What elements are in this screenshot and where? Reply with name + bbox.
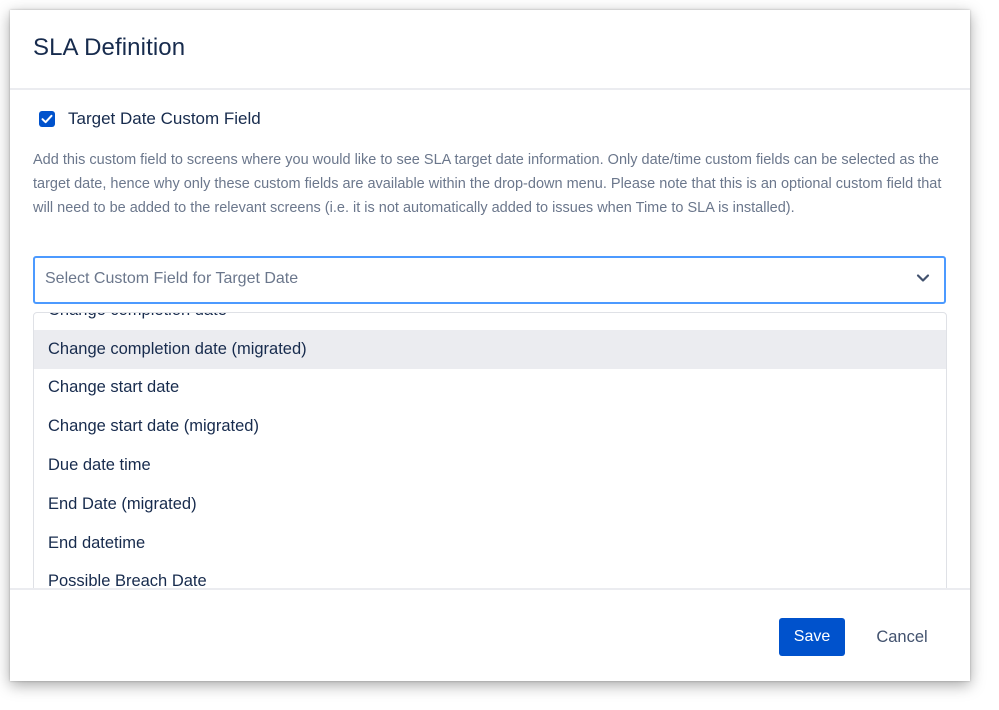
dialog-header: SLA Definition bbox=[10, 10, 970, 90]
option-item[interactable]: Due date time bbox=[34, 446, 946, 485]
cancel-button[interactable]: Cancel bbox=[862, 618, 942, 656]
target-date-select[interactable]: Select Custom Field for Target Date bbox=[33, 256, 946, 304]
target-date-select-placeholder: Select Custom Field for Target Date bbox=[45, 270, 299, 287]
check-icon bbox=[41, 114, 53, 124]
option-item[interactable]: End Date (migrated) bbox=[34, 485, 946, 524]
option-item[interactable]: Change start date bbox=[34, 369, 946, 408]
target-date-help-text: Add this custom field to screens where y… bbox=[33, 152, 942, 216]
save-button[interactable]: Save bbox=[779, 618, 845, 656]
option-item[interactable]: Change completion date (migrated) bbox=[34, 329, 946, 369]
sla-definition-dialog: SLA Definition Target Date Custom Field … bbox=[10, 10, 970, 681]
chevron-down-icon[interactable] bbox=[916, 273, 930, 283]
dialog-footer: Save Cancel bbox=[10, 588, 970, 681]
option-item[interactable]: End datetime bbox=[34, 524, 946, 563]
target-date-checkbox-row[interactable]: Target Date Custom Field bbox=[39, 109, 261, 129]
options-list: Change completion dateChange completion … bbox=[34, 313, 946, 601]
target-date-checkbox-label[interactable]: Target Date Custom Field bbox=[68, 109, 261, 129]
option-item[interactable]: Change start date (migrated) bbox=[34, 407, 946, 446]
option-item[interactable]: Change completion date bbox=[34, 313, 946, 330]
dialog-title: SLA Definition bbox=[33, 34, 186, 61]
target-date-options-menu[interactable]: Change completion dateChange completion … bbox=[33, 312, 947, 602]
target-date-checkbox[interactable] bbox=[39, 111, 55, 127]
